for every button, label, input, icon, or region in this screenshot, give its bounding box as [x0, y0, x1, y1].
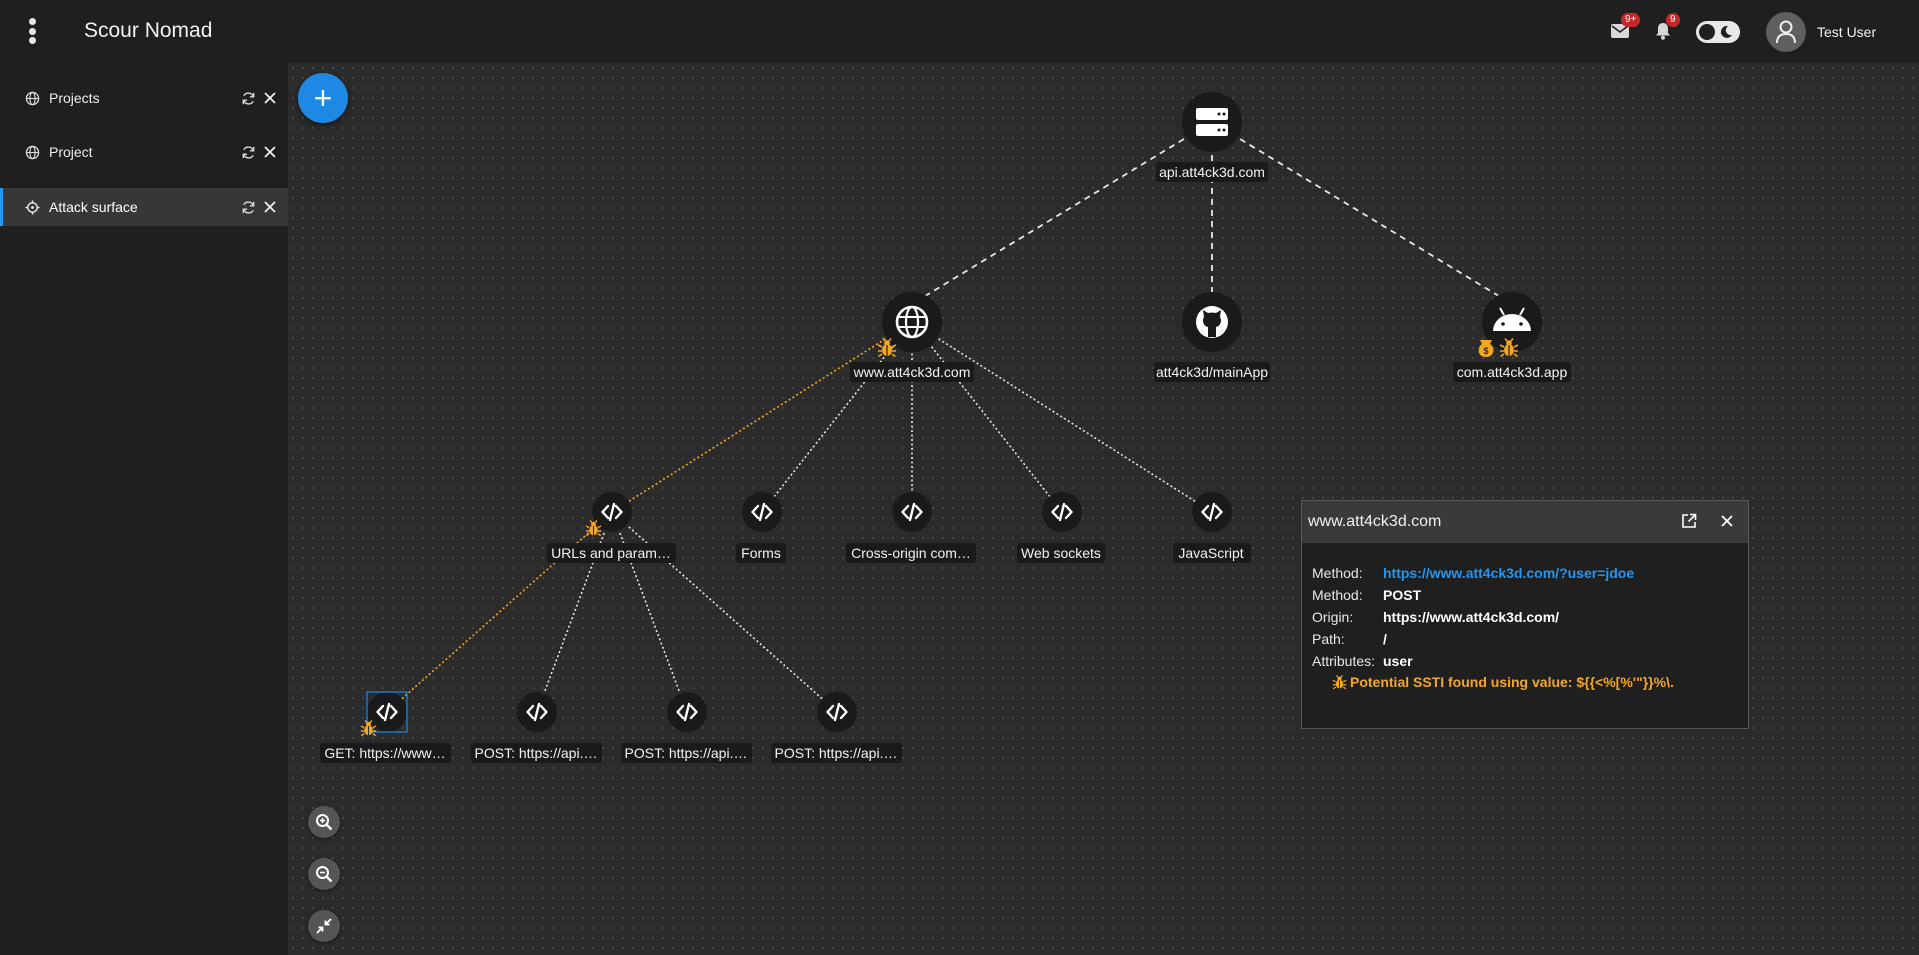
- open-external-icon[interactable]: [1681, 513, 1697, 529]
- globe-icon: [25, 145, 40, 160]
- edge: [911, 321, 1213, 513]
- close-icon[interactable]: [263, 91, 277, 105]
- edge: [911, 121, 1213, 305]
- edge: [1211, 121, 1513, 305]
- detail-key: Path:: [1312, 631, 1345, 647]
- sidebar-item-attack-surface[interactable]: Attack surface: [0, 188, 288, 226]
- graph-node-javascript[interactable]: JavaScript: [1173, 492, 1251, 563]
- sidebar-item-projects[interactable]: Projects: [0, 79, 288, 117]
- refresh-icon[interactable]: [241, 91, 256, 106]
- detail-value: https://www.att4ck3d.com/: [1383, 609, 1560, 625]
- user-icon: [1776, 20, 1796, 44]
- graph-node-post-request[interactable]: POST: https://api.…: [621, 692, 752, 763]
- bug-icon: [1332, 675, 1347, 690]
- graph-node-websockets[interactable]: Web sockets: [1017, 492, 1105, 563]
- app-title: Scour Nomad: [84, 19, 213, 42]
- sidebar-item-label: Project: [49, 144, 93, 160]
- graph-node-website[interactable]: www.att4ck3d.com: [850, 292, 974, 382]
- refresh-icon[interactable]: [241, 145, 256, 160]
- globe-icon: [25, 91, 40, 106]
- detail-key: Method:: [1312, 587, 1363, 603]
- top-bar: Scour Nomad 9+ 9 Test User: [0, 0, 1919, 63]
- node-label: api.att4ck3d.com: [1159, 164, 1265, 180]
- edge: [611, 511, 838, 713]
- refresh-icon[interactable]: [241, 200, 256, 215]
- graph-node-post-request[interactable]: POST: https://api.…: [471, 692, 602, 763]
- zoom-in-icon: [316, 814, 333, 831]
- node-label: Cross-origin com…: [851, 545, 971, 561]
- detail-key: Method:: [1312, 565, 1363, 581]
- add-button[interactable]: +: [298, 73, 348, 123]
- edge: [536, 511, 613, 713]
- graph-node-android[interactable]: com.att4ck3d.app: [1453, 292, 1571, 382]
- notifications-badge: 9: [1666, 13, 1680, 27]
- sidebar-item-label: Attack surface: [49, 199, 138, 215]
- node-label: URLs and param…: [551, 545, 671, 561]
- detail-panel-title: www.att4ck3d.com: [1308, 513, 1442, 530]
- edge: [911, 321, 1063, 513]
- detail-value: POST: [1383, 587, 1422, 603]
- graph-node-urls[interactable]: URLs and param…: [547, 492, 676, 563]
- github-icon: [1196, 306, 1228, 338]
- node-label: JavaScript: [1178, 545, 1243, 561]
- collapse-arrows-icon: [316, 918, 332, 934]
- graph-node-forms[interactable]: Forms: [736, 492, 786, 563]
- node-label: Web sockets: [1021, 545, 1101, 561]
- graph-node-api-host[interactable]: api.att4ck3d.com: [1156, 92, 1268, 182]
- theme-toggle[interactable]: [1696, 21, 1740, 43]
- graph-node-post-request[interactable]: POST: https://api.…: [771, 692, 902, 763]
- detail-panel: www.att4ck3d.com Method: https://www.att…: [1301, 500, 1749, 729]
- request-url-link[interactable]: https://www.att4ck3d.com/?user=jdoe: [1383, 565, 1634, 581]
- detail-value: /: [1383, 631, 1387, 647]
- node-label: POST: https://api.…: [475, 745, 598, 761]
- graph-node-get-request[interactable]: GET: https://www…: [320, 691, 451, 763]
- moon-icon: [1720, 25, 1732, 38]
- node-label: GET: https://www…: [324, 745, 445, 761]
- zoom-out-button[interactable]: [308, 858, 340, 890]
- detail-panel-header: www.att4ck3d.com: [1302, 501, 1748, 543]
- user-menu[interactable]: Test User: [1766, 12, 1876, 52]
- toggle-knob: [1699, 24, 1715, 40]
- mail-badge: 9+: [1621, 13, 1641, 27]
- node-label: att4ck3d/mainApp: [1156, 364, 1268, 380]
- node-label: com.att4ck3d.app: [1457, 364, 1568, 380]
- close-icon[interactable]: [1720, 514, 1734, 528]
- close-icon[interactable]: [263, 145, 277, 159]
- sidebar-item-project[interactable]: Project: [0, 133, 288, 171]
- zoom-out-icon: [316, 866, 333, 883]
- node-label: www.att4ck3d.com: [853, 364, 971, 380]
- detail-key: Origin:: [1312, 609, 1354, 625]
- detail-value: user: [1383, 653, 1413, 669]
- crosshair-icon: [25, 200, 40, 215]
- finding-text: Potential SSTI found using value: ${{<%[…: [1350, 674, 1674, 690]
- graph-node-cors[interactable]: Cross-origin com…: [846, 492, 976, 563]
- close-icon[interactable]: [263, 200, 277, 214]
- node-label: POST: https://api.…: [775, 745, 898, 761]
- fit-view-button[interactable]: [308, 910, 340, 942]
- finding-message: Potential SSTI found using value: ${{<%[…: [1332, 674, 1674, 690]
- graph-node-github[interactable]: att4ck3d/mainApp: [1154, 292, 1270, 382]
- notifications-button[interactable]: 9: [1649, 13, 1680, 45]
- edge: [611, 511, 688, 713]
- sidebar: Projects Project Attack surface: [0, 63, 288, 955]
- user-name: Test User: [1817, 24, 1877, 40]
- menu-dots-button[interactable]: [20, 14, 44, 48]
- sidebar-item-label: Projects: [49, 90, 100, 106]
- zoom-in-button[interactable]: [308, 806, 340, 838]
- mail-button[interactable]: 9+: [1606, 13, 1641, 45]
- node-label: POST: https://api.…: [625, 745, 748, 761]
- detail-key: Attributes:: [1312, 653, 1376, 669]
- node-label: Forms: [741, 545, 781, 561]
- highlighted-edge: [611, 321, 913, 513]
- avatar: [1766, 12, 1806, 52]
- highlighted-edge: [386, 511, 613, 713]
